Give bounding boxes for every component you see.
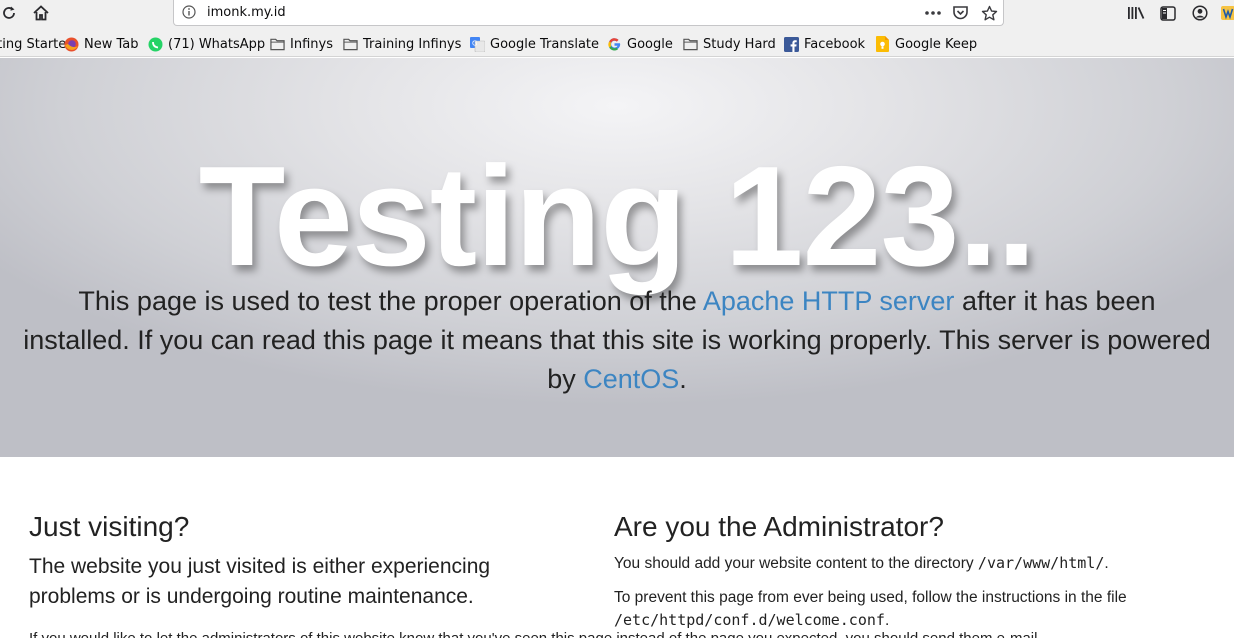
google-icon bbox=[607, 37, 622, 52]
admin-content-directory: You should add your website content to t… bbox=[614, 554, 1109, 572]
google-keep-icon bbox=[875, 36, 890, 52]
administrator-section: Are you the Administrator? You should ad… bbox=[614, 508, 1214, 632]
just-visiting-heading: Just visiting? bbox=[29, 511, 190, 542]
bookmark-new-tab[interactable]: New Tab bbox=[64, 35, 139, 53]
sidebar-icon[interactable] bbox=[1158, 3, 1178, 23]
pocket-icon[interactable] bbox=[950, 3, 970, 23]
library-icon[interactable] bbox=[1126, 3, 1146, 23]
just-visiting-section: Just visiting? The website you just visi… bbox=[29, 508, 1042, 638]
bookmark-facebook[interactable]: Facebook bbox=[784, 35, 865, 53]
just-visiting-more: If you would like to let the administrat… bbox=[29, 630, 1042, 638]
url-text[interactable]: imonk.my.id bbox=[207, 5, 286, 20]
bookmark-google-keep[interactable]: Google Keep bbox=[875, 35, 977, 53]
account-icon[interactable] bbox=[1190, 3, 1210, 23]
bookmark-folder-infinys[interactable]: Infinys bbox=[270, 35, 333, 53]
site-info-icon[interactable] bbox=[181, 4, 197, 20]
home-icon[interactable] bbox=[30, 2, 52, 24]
firefox-icon bbox=[64, 37, 79, 52]
reload-icon[interactable] bbox=[0, 2, 20, 24]
page-actions-icon[interactable] bbox=[923, 3, 943, 23]
url-bar[interactable]: imonk.my.id bbox=[173, 0, 1004, 26]
extension-icon[interactable] bbox=[1218, 3, 1234, 23]
administrator-heading: Are you the Administrator? bbox=[614, 511, 944, 542]
bookmark-google[interactable]: Google bbox=[607, 35, 673, 53]
hero-banner: Testing 123.. This page is used to test … bbox=[0, 58, 1234, 457]
browser-nav-bar: imonk.my.id bbox=[0, 0, 1234, 27]
hero-description: This page is used to test the proper ope… bbox=[23, 286, 1211, 394]
bookmark-google-translate[interactable]: G Google Translate bbox=[470, 35, 599, 53]
bookmark-whatsapp[interactable]: (71) WhatsApp bbox=[148, 35, 265, 53]
centos-link[interactable]: CentOS bbox=[583, 364, 679, 394]
bookmarks-toolbar: Getting Started New Tab (71) WhatsApp In… bbox=[0, 27, 1234, 57]
whatsapp-icon bbox=[148, 37, 163, 52]
admin-welcome-instructions: To prevent this page from ever being use… bbox=[614, 589, 1127, 629]
just-visiting-lead: The website you just visited is either e… bbox=[29, 555, 491, 608]
bookmark-folder-study-hard[interactable]: Study Hard bbox=[683, 35, 776, 53]
hero-title: Testing 123.. bbox=[198, 137, 1037, 296]
welcome-conf-path: /etc/httpd/conf.d/welcome.conf bbox=[614, 611, 885, 629]
folder-icon bbox=[270, 37, 285, 52]
bookmark-folder-training-infinys[interactable]: Training Infinys bbox=[343, 35, 461, 53]
apache-link[interactable]: Apache HTTP server bbox=[703, 286, 955, 316]
facebook-icon bbox=[784, 36, 799, 52]
google-translate-icon: G bbox=[470, 36, 485, 52]
content-directory-path: /var/www/html/ bbox=[977, 554, 1105, 572]
folder-icon bbox=[683, 37, 698, 52]
bookmark-star-icon[interactable] bbox=[979, 3, 999, 23]
svg-text:G: G bbox=[472, 39, 477, 47]
folder-icon bbox=[343, 37, 358, 52]
